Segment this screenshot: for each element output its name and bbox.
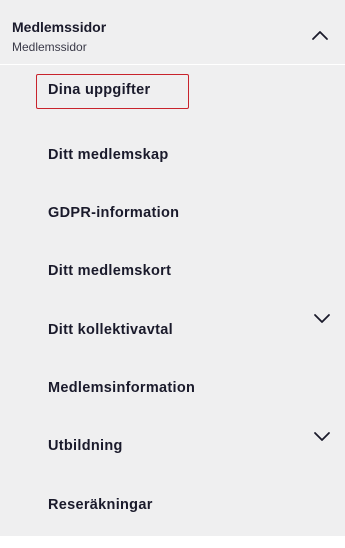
menu-item-label: Ditt medlemskort	[48, 263, 172, 279]
menu-item-ditt-medlemskort[interactable]: Ditt medlemskort	[0, 249, 345, 293]
menu-item-ditt-kollektivavtal[interactable]: Ditt kollektivavtal	[0, 308, 345, 352]
chevron-down-icon[interactable]	[313, 312, 331, 324]
menu-item-label: Utbildning	[48, 438, 123, 454]
section-subtitle: Medlemssidor	[12, 40, 87, 54]
menu-item-utbildning[interactable]: Utbildning	[0, 424, 345, 468]
chevron-up-icon[interactable]	[311, 29, 329, 41]
section-title: Medlemssidor	[12, 19, 107, 35]
menu-item-gdpr-information[interactable]: GDPR-information	[0, 191, 345, 235]
menu-item-ditt-medlemskap[interactable]: Ditt medlemskap	[0, 133, 345, 177]
menu-item-label: Reseräkningar	[48, 497, 153, 513]
menu-item-reserakningar[interactable]: Reseräkningar	[0, 483, 345, 527]
menu-item-label: Dina uppgifter	[48, 82, 151, 98]
menu-item-label: Ditt kollektivavtal	[48, 322, 173, 338]
menu-item-label: GDPR-information	[48, 205, 180, 221]
menu-item-dina-uppgifter[interactable]: Dina uppgifter	[0, 68, 345, 112]
section-header-medlemssidor[interactable]: Medlemssidor Medlemssidor	[0, 0, 345, 65]
menu-item-label: Ditt medlemskap	[48, 147, 169, 163]
chevron-down-icon[interactable]	[313, 430, 331, 442]
menu-item-medlemsinformation[interactable]: Medlemsinformation	[0, 366, 345, 410]
submenu-panel: Medlemssidor Medlemssidor Dina uppgifter…	[0, 0, 345, 536]
menu-item-label: Medlemsinformation	[48, 380, 196, 396]
